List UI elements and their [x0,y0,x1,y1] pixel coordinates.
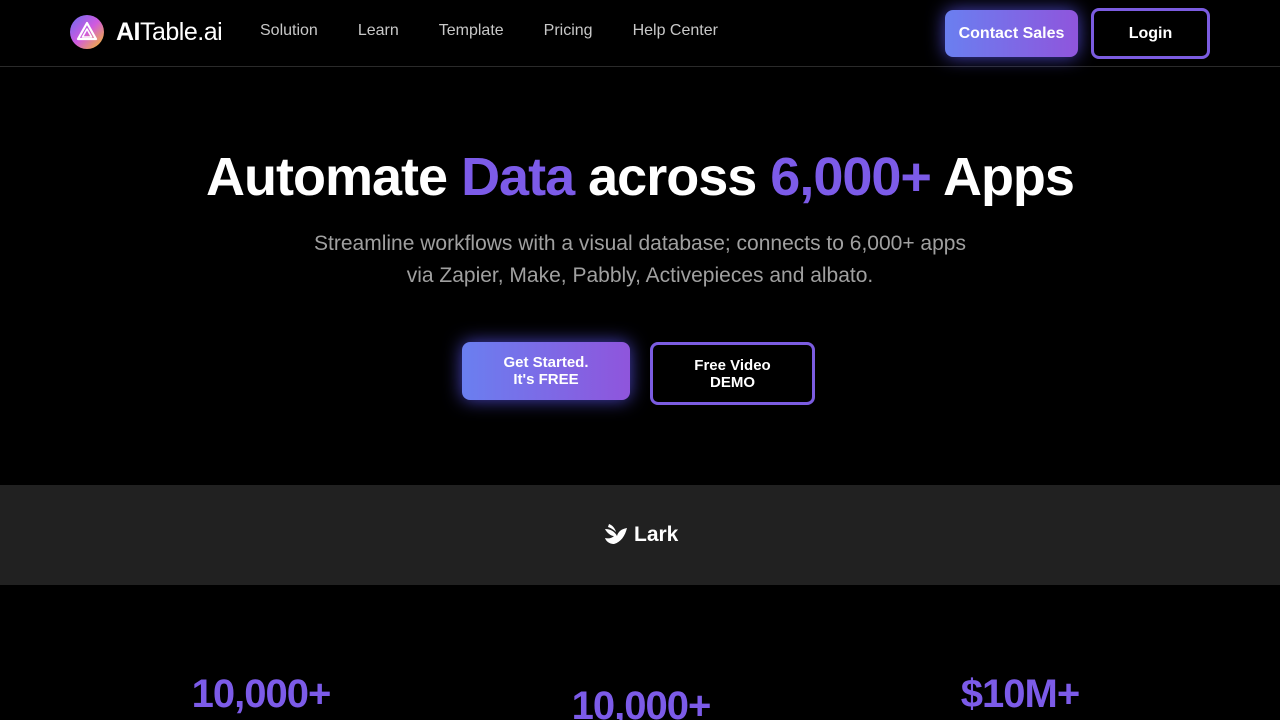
hero-subtitle: Streamline workflows with a visual datab… [290,228,990,292]
nav-template[interactable]: Template [439,22,504,40]
hero-title-part: across [588,147,757,207]
nav-help-center[interactable]: Help Center [633,22,718,40]
get-started-label: Get Started. [503,354,589,371]
nav-links: Solution Learn Template Pricing Help Cen… [260,22,758,40]
hero-subtitle-line: via Zapier, Make, Pabbly, Activepieces a… [406,264,874,287]
contact-sales-button[interactable]: Contact Sales [945,10,1078,57]
hero-title-part: Apps [942,147,1075,207]
nav-pricing[interactable]: Pricing [544,22,593,40]
stat-value: 10,000+ [191,672,332,716]
hero-title-part: Automate [206,147,448,207]
hero-title-accent: 6,000+ [770,147,932,207]
stat-value: $10M+ [960,672,1080,716]
lark-bird-icon [605,524,627,544]
logo-icon [70,15,104,49]
hero-subtitle-line: Streamline workflows with a visual datab… [314,232,966,255]
login-button[interactable]: Login [1091,8,1210,59]
partner-logo-lark: Lark [603,522,678,548]
logo[interactable]: AITable.ai [70,15,223,49]
hero-title: Automate Data across 6,000+ Apps [0,146,1280,208]
stat-value: 10,000+ [571,684,712,720]
video-demo-label: DEMO [710,373,755,391]
top-nav: AITable.ai Solution Learn Template Prici… [0,0,1280,67]
hero-title-accent: Data [461,147,575,207]
get-started-button[interactable]: Get Started. It's FREE [462,342,630,400]
lark-text: Lark [634,523,679,546]
video-demo-button[interactable]: Free Video DEMO [650,342,815,405]
video-demo-label: Free Video [694,356,771,374]
logo-text: AITable.ai [116,17,223,46]
nav-solution[interactable]: Solution [260,22,318,40]
get-started-label: It's FREE [513,371,579,388]
nav-learn[interactable]: Learn [358,22,399,40]
